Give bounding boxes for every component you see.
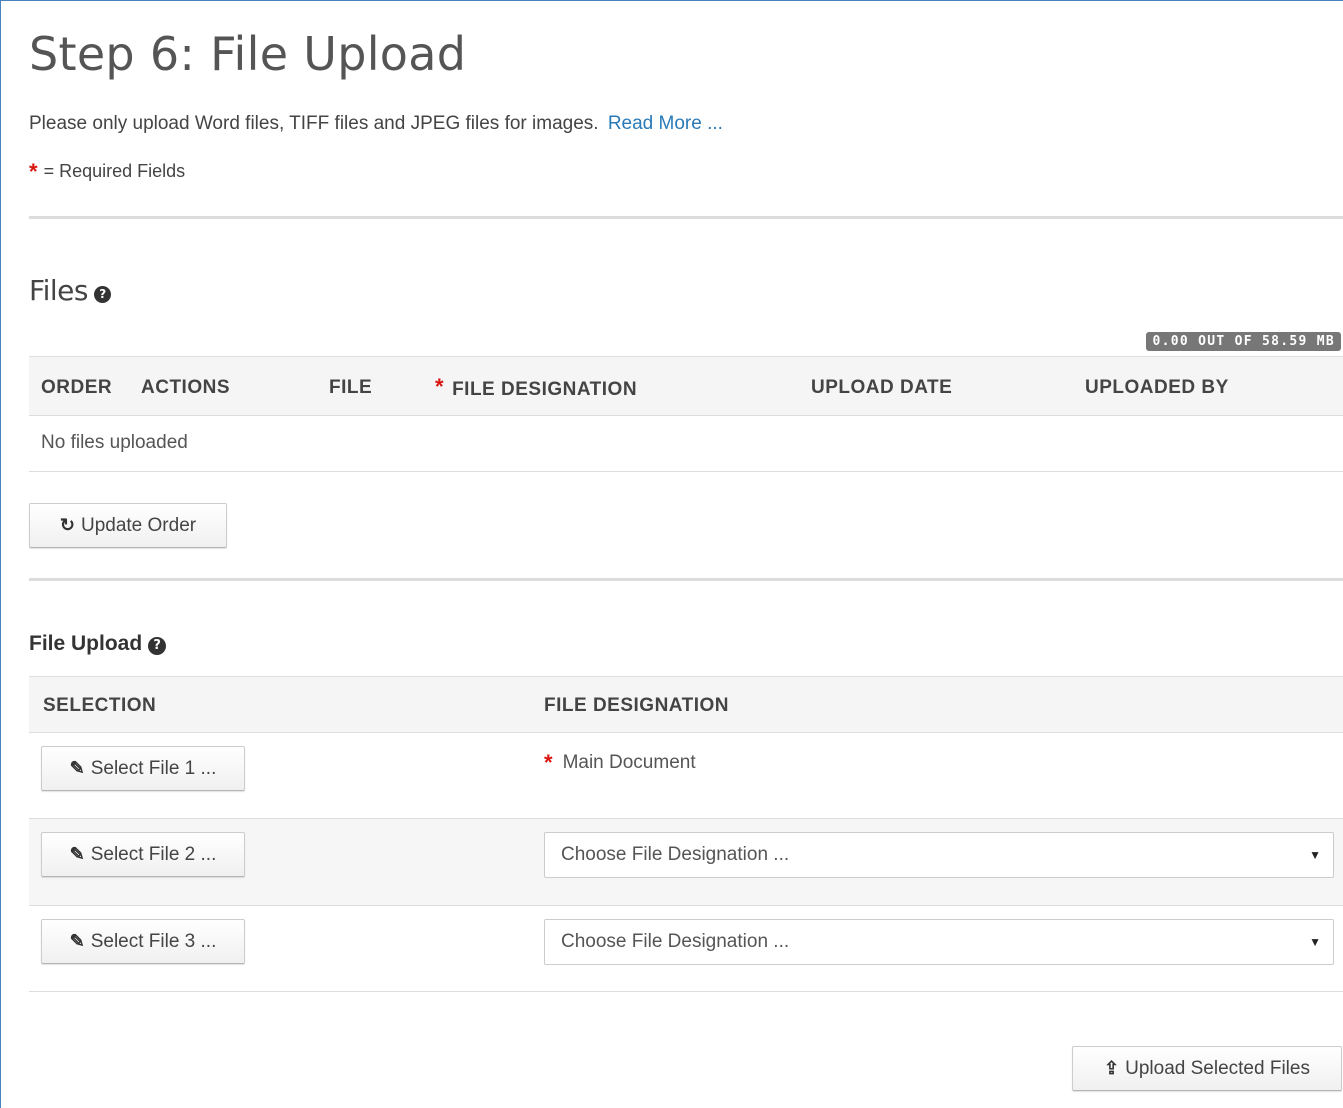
table-row-divider — [29, 905, 1343, 906]
upload-selected-files-label: Upload Selected Files — [1125, 1057, 1310, 1079]
file-upload-title-text: File Upload — [29, 632, 143, 655]
question-circle-icon[interactable]: ? — [148, 637, 167, 655]
empty-files-message: No files uploaded — [41, 432, 188, 453]
column-uploaded-by: UPLOADED BY — [1085, 377, 1229, 398]
file-designation-select-3[interactable]: Choose File Designation ... ▼ — [544, 919, 1334, 965]
table-row-divider — [29, 471, 1343, 472]
upload-icon: ⇪ — [1104, 1058, 1120, 1078]
intro-text: Please only upload Word files, TIFF file… — [29, 113, 723, 135]
page-content: Step 6: File Upload Please only upload W… — [29, 1, 1343, 1108]
column-selection: SELECTION — [43, 695, 157, 716]
paperclip-icon: ✎ — [69, 931, 85, 951]
select-file-1-button[interactable]: ✎ Select File 1 ... — [41, 746, 245, 791]
main-document-designation: * Main Document — [544, 750, 696, 776]
column-upload-date: UPLOAD DATE — [811, 377, 953, 398]
column-file-designation: * FILE DESIGNATION — [435, 374, 637, 401]
upload-selected-files-button[interactable]: ⇪ Upload Selected Files — [1072, 1046, 1342, 1091]
storage-quota-badge: 0.00 OUT OF 58.59 MB — [1146, 332, 1341, 351]
designation-select-value: Choose File Designation ... — [561, 844, 790, 865]
file-upload-section-title: File Upload? — [29, 632, 167, 656]
read-more-link[interactable]: Read More ... — [608, 113, 723, 134]
required-star-icon: * — [435, 374, 445, 399]
file-designation-select-2[interactable]: Choose File Designation ... ▼ — [544, 832, 1334, 878]
question-circle-icon[interactable]: ? — [93, 286, 111, 303]
files-table-header: ORDER ACTIONS FILE * FILE DESIGNATION UPL… — [29, 356, 1343, 416]
update-order-button[interactable]: ↻ Update Order — [29, 503, 227, 548]
chevron-down-icon: ▼ — [1309, 848, 1321, 862]
column-file-designation: FILE DESIGNATION — [544, 695, 729, 716]
required-fields-note: * = Required Fields — [29, 159, 185, 185]
main-document-label: Main Document — [562, 752, 696, 773]
column-order: ORDER — [41, 377, 113, 398]
column-actions: ACTIONS — [141, 377, 230, 398]
refresh-icon: ↻ — [59, 515, 75, 535]
files-title-text: Files — [29, 274, 88, 307]
page-title: Step 6: File Upload — [29, 27, 467, 81]
select-file-3-label: Select File 3 ... — [90, 930, 217, 952]
section-divider — [29, 578, 1343, 581]
files-section-title: Files? — [29, 274, 111, 307]
column-file: FILE — [329, 377, 373, 398]
page-frame: Step 6: File Upload Please only upload W… — [0, 0, 1343, 1108]
upload-table-header: SELECTION FILE DESIGNATION — [29, 676, 1343, 733]
column-file-designation-label: FILE DESIGNATION — [452, 379, 638, 400]
designation-select-value: Choose File Designation ... — [561, 931, 790, 952]
required-star-icon: * — [29, 159, 38, 184]
select-file-2-label: Select File 2 ... — [90, 843, 217, 865]
select-file-2-button[interactable]: ✎ Select File 2 ... — [41, 832, 245, 877]
section-divider — [29, 216, 1343, 219]
required-star-icon: * — [544, 750, 553, 775]
select-file-3-button[interactable]: ✎ Select File 3 ... — [41, 919, 245, 964]
table-row-divider — [29, 991, 1343, 992]
select-file-1-label: Select File 1 ... — [90, 757, 217, 779]
update-order-label: Update Order — [80, 514, 197, 536]
intro-message: Please only upload Word files, TIFF file… — [29, 113, 599, 134]
paperclip-icon: ✎ — [69, 844, 85, 864]
required-fields-label: = Required Fields — [43, 161, 186, 181]
chevron-down-icon: ▼ — [1309, 935, 1321, 949]
paperclip-icon: ✎ — [69, 758, 85, 778]
